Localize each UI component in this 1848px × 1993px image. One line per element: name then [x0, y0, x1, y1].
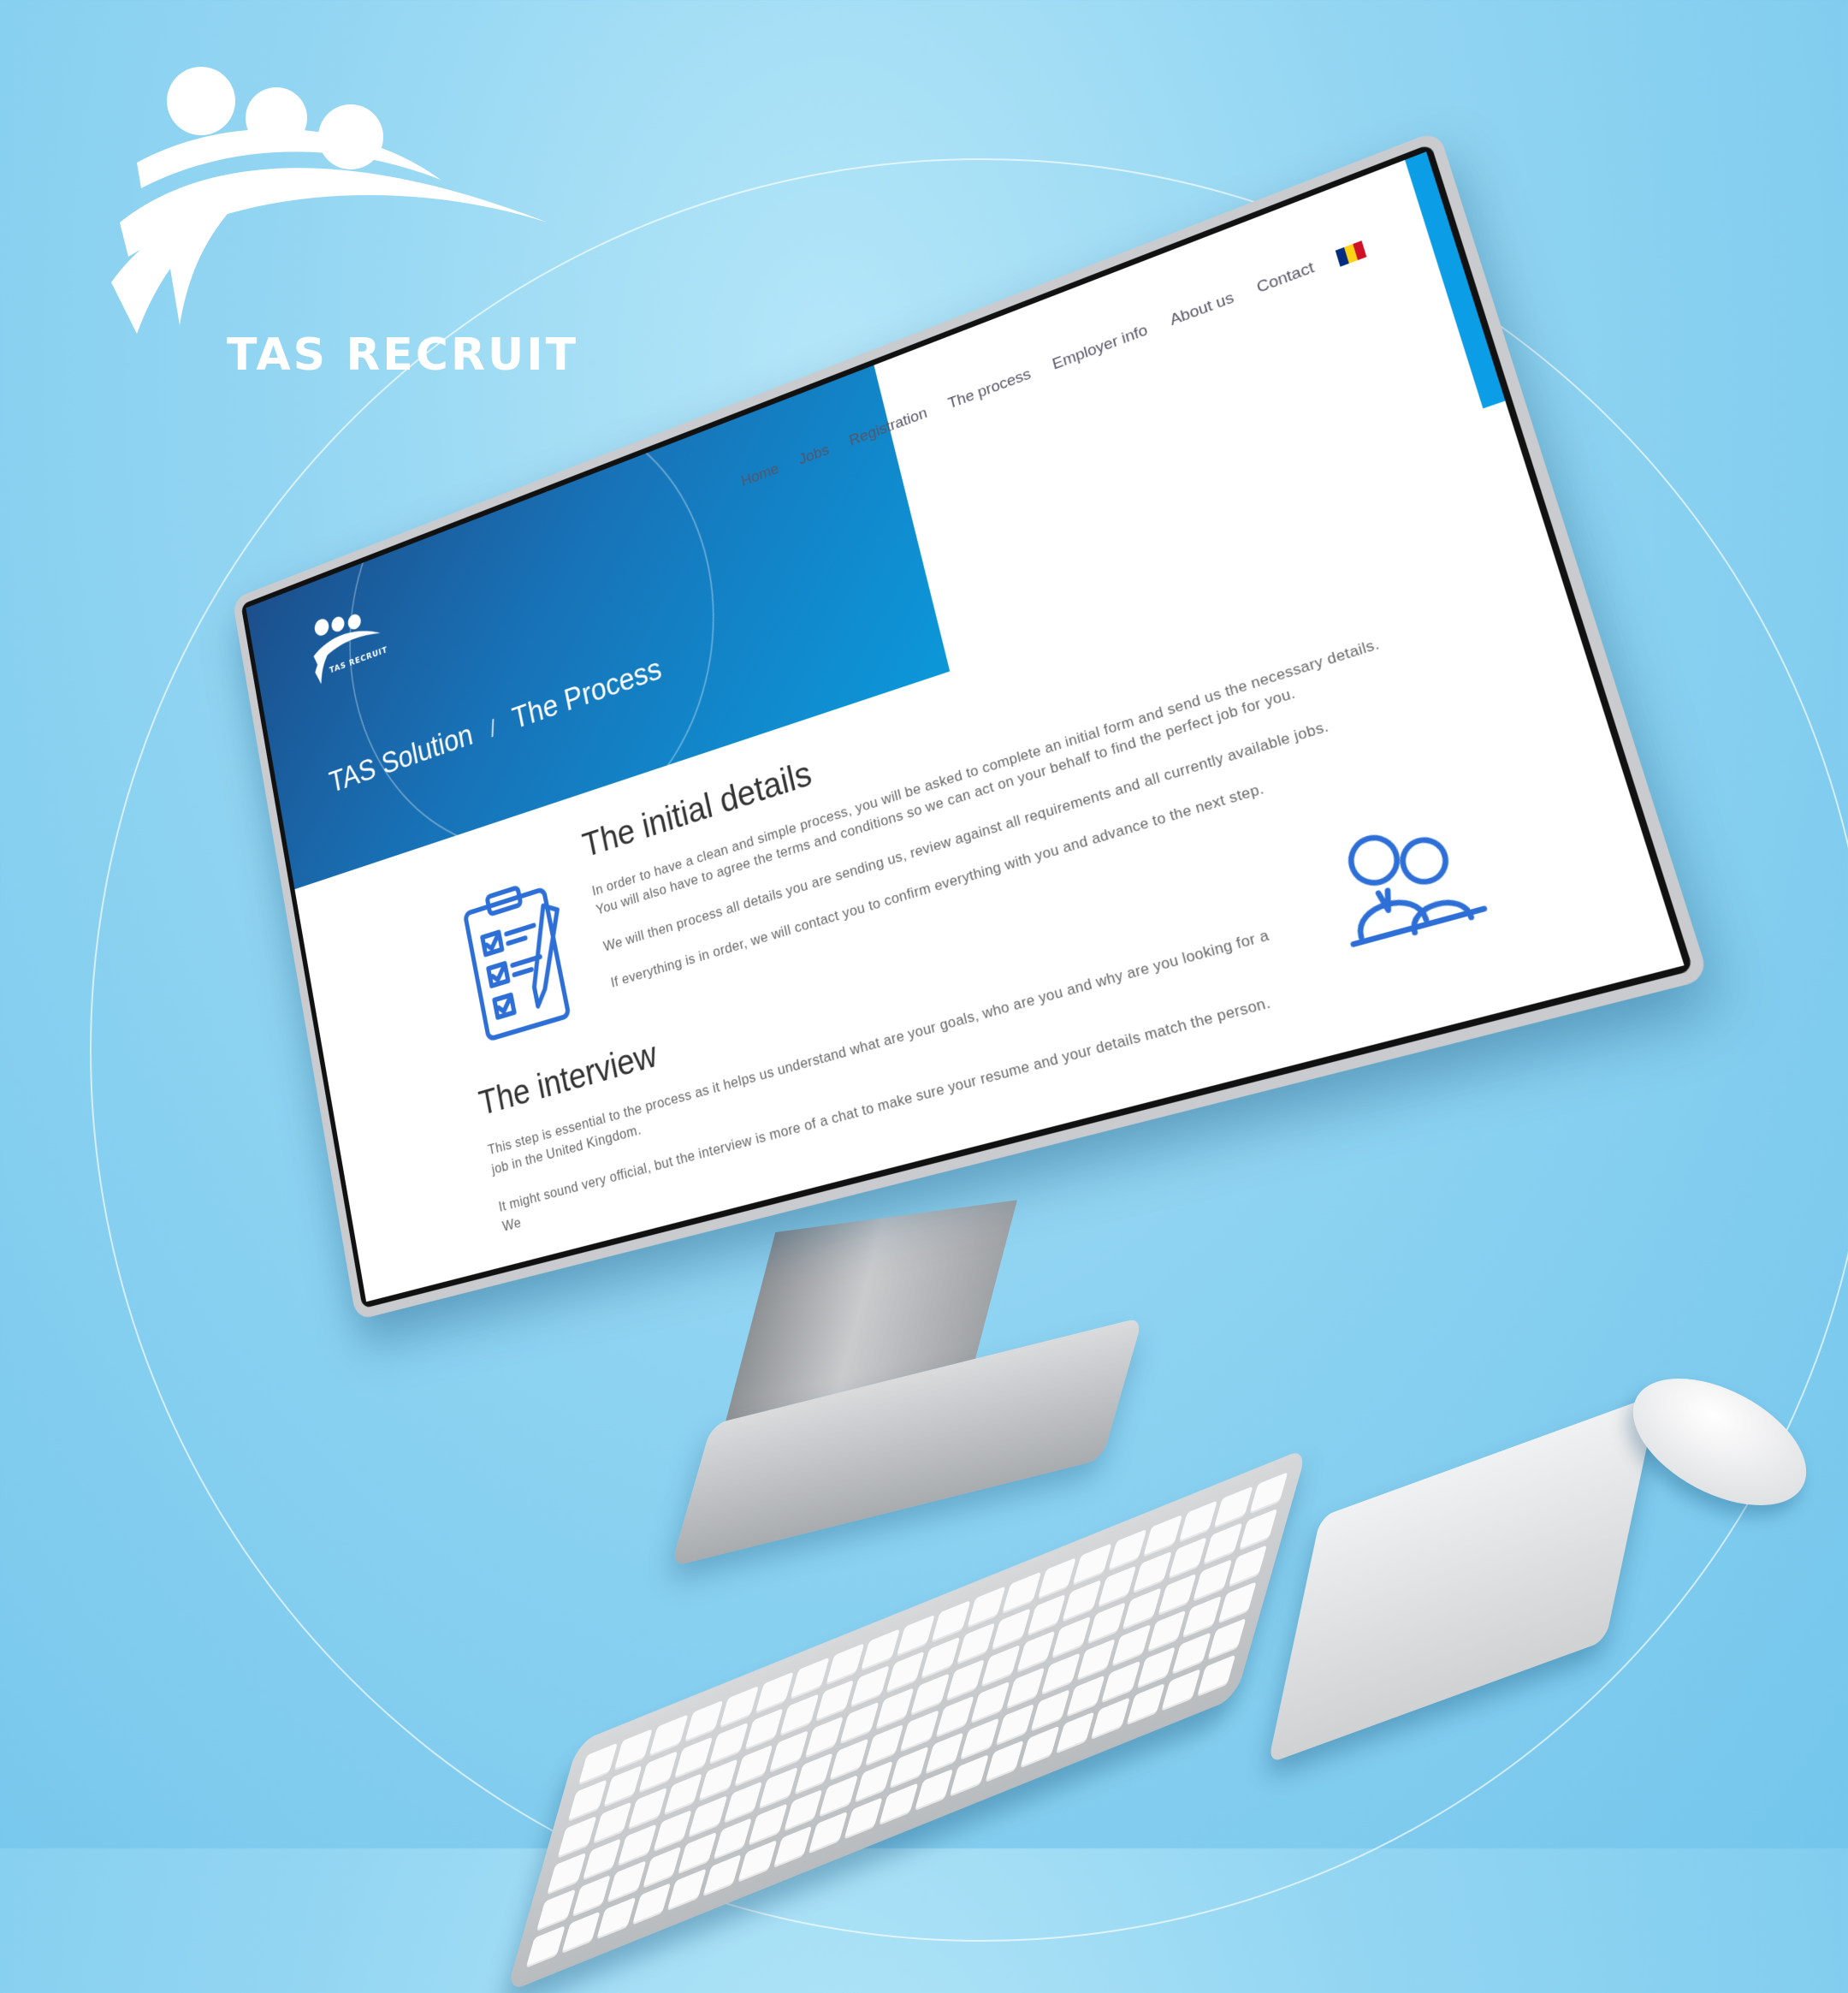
- keyboard-key: [526, 1925, 566, 1968]
- nav-item-about-us[interactable]: About us: [1168, 289, 1235, 330]
- interview-people-icon: [1312, 792, 1503, 978]
- keyboard-key: [667, 1869, 707, 1912]
- nav-item-contact[interactable]: Contact: [1255, 258, 1317, 297]
- clipboard-checklist-icon: [455, 868, 588, 1049]
- keyboard-key: [596, 1897, 636, 1940]
- keyboard-key: [808, 1812, 848, 1854]
- nav-item-employer-info[interactable]: Employer info: [1051, 322, 1150, 375]
- nav-item-the-process[interactable]: The process: [946, 365, 1033, 413]
- accent-strip: [1405, 151, 1505, 408]
- keyboard-key: [1249, 1472, 1288, 1515]
- keyboard-key: [879, 1783, 918, 1826]
- language-flag-icon[interactable]: [1336, 240, 1367, 267]
- breadcrumb-separator: /: [488, 715, 498, 742]
- keyboard-key: [737, 1840, 777, 1883]
- keyboard-key: [1091, 1697, 1130, 1740]
- keyboard-key: [950, 1754, 989, 1797]
- keyboard-key: [1020, 1726, 1059, 1769]
- keyboard-key: [1161, 1669, 1200, 1711]
- monitor: TAS RECRUIT TAS Solution / The Process Hom…: [128, 334, 1651, 1189]
